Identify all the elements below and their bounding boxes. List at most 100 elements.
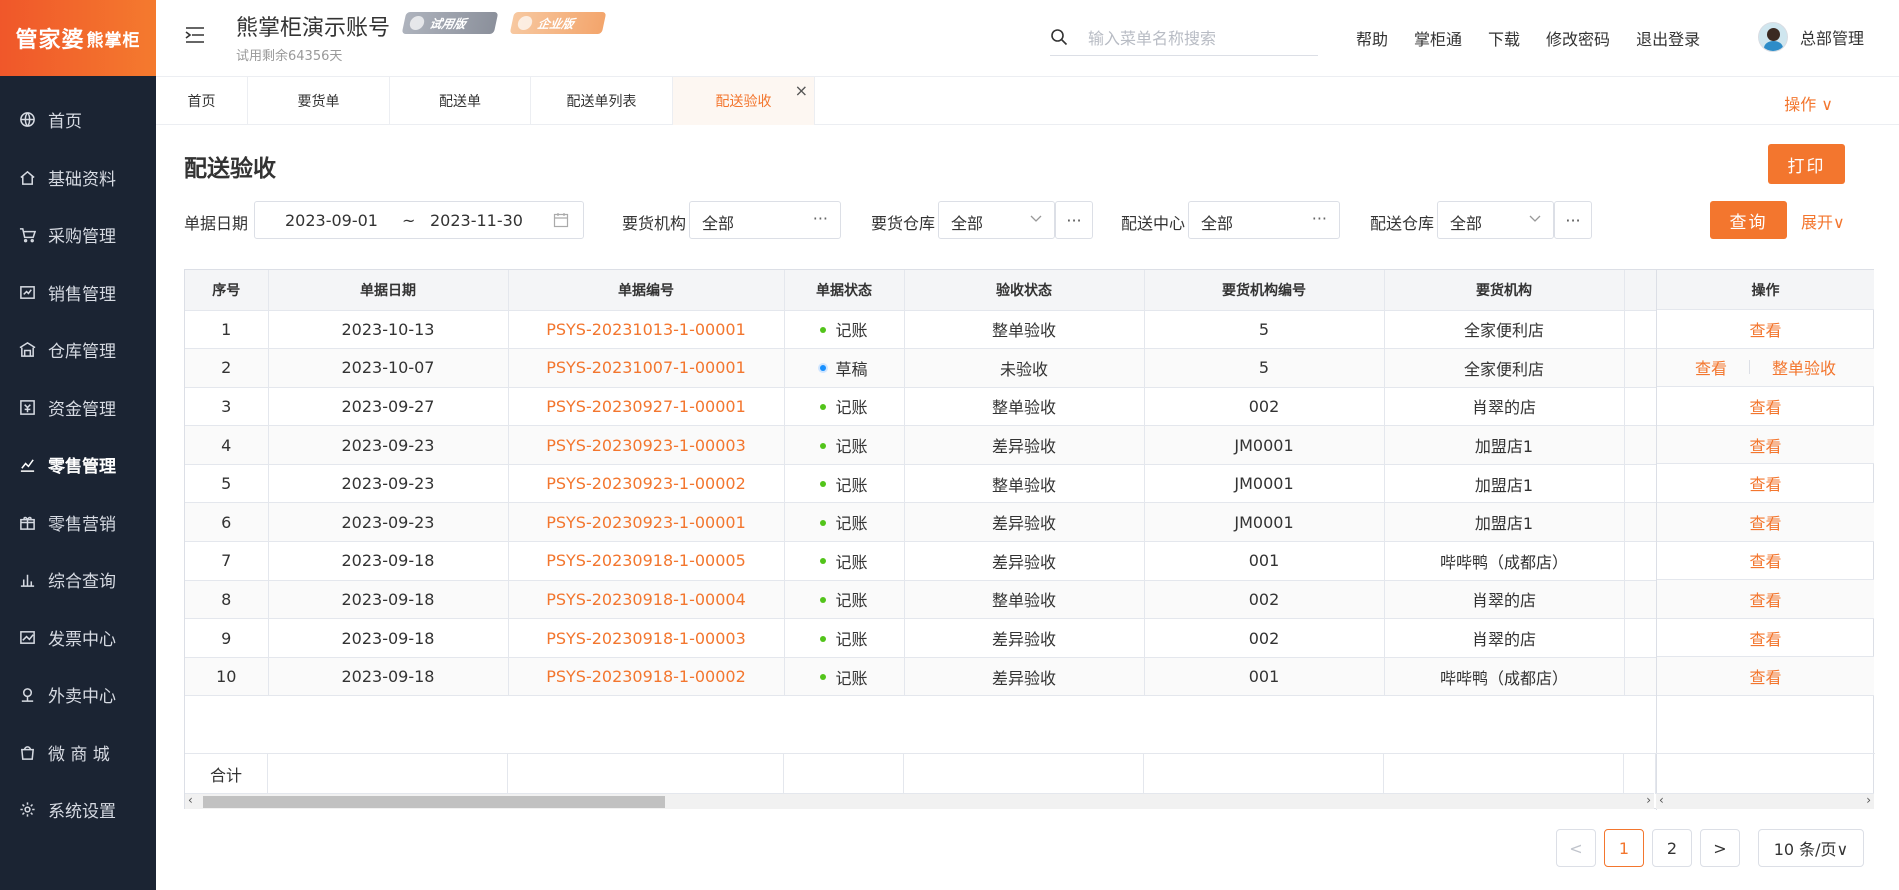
- wh-more-button[interactable]: ···: [1055, 201, 1093, 239]
- cell-org: 肖翠的店: [1384, 618, 1625, 658]
- ops-horizontal-scrollbar[interactable]: ‹ ›: [1656, 793, 1874, 809]
- cell-code-link[interactable]: PSYS-20231013-1-00001: [508, 310, 785, 350]
- table-row[interactable]: 3 2023-09-27 PSYS-20230927-1-00001 记账 整单验收 00…: [185, 387, 1657, 427]
- table-row[interactable]: 2 2023-10-07 PSYS-20231007-1-00001 草稿 未验收 5 全家…: [185, 348, 1657, 388]
- data-table: 序号 单据日期 单据编号 单据状态 验收状态 要货机构编号 要货机构 1 2023-10-13…: [185, 270, 1657, 697]
- table-row[interactable]: 4 2023-09-23 PSYS-20230923-1-00003 记账 差异验收 JM…: [185, 425, 1657, 465]
- dwh-more-button[interactable]: ···: [1554, 201, 1592, 239]
- view-link[interactable]: 查看: [1749, 433, 1781, 457]
- table-row[interactable]: 9 2023-09-18 PSYS-20230918-1-00003 记账 差异验收 00…: [185, 618, 1657, 658]
- sidebar-item-3[interactable]: 销售管理: [0, 264, 156, 322]
- cell-code-link[interactable]: PSYS-20230918-1-00004: [508, 580, 785, 620]
- cell-code-link[interactable]: PSYS-20230923-1-00003: [508, 425, 785, 465]
- date-range-picker[interactable]: 2023-09-01 ~ 2023-11-30: [254, 201, 584, 239]
- view-link[interactable]: 查看: [1749, 510, 1781, 534]
- tab-delivery[interactable]: 配送单: [390, 77, 531, 125]
- sidebar-item-label: 零售管理: [48, 457, 116, 478]
- cell-code-link[interactable]: PSYS-20230927-1-00001: [508, 387, 785, 427]
- view-link[interactable]: 查看: [1749, 317, 1781, 341]
- next-page-button[interactable]: >: [1700, 829, 1740, 867]
- close-icon[interactable]: ×: [795, 81, 808, 100]
- scrollbar-thumb[interactable]: [203, 796, 665, 808]
- view-link[interactable]: 查看: [1749, 548, 1781, 572]
- ops-cell: 查看: [1657, 580, 1874, 619]
- home-icon: [18, 168, 36, 186]
- expand-filters-link[interactable]: 展开∨: [1801, 209, 1845, 233]
- org-label: 要货机构: [622, 214, 687, 233]
- view-link[interactable]: 查看: [1749, 471, 1781, 495]
- brand-logo[interactable]: 管家婆 熊掌柜: [0, 0, 156, 76]
- print-button[interactable]: 打印: [1768, 144, 1845, 184]
- sidebar-item-4[interactable]: 仓库管理: [0, 321, 156, 379]
- query-button[interactable]: 查询: [1710, 201, 1787, 239]
- view-link[interactable]: 查看: [1749, 626, 1781, 650]
- tab-requisition[interactable]: 要货单: [248, 77, 390, 125]
- dwh-select[interactable]: 全部: [1437, 201, 1554, 239]
- tab-delivery-check[interactable]: 配送验收 ×: [673, 77, 815, 125]
- sidebar-item-0[interactable]: 首页: [0, 91, 156, 149]
- sidebar-item-11[interactable]: 微 商 城: [0, 724, 156, 782]
- sidebar-item-1[interactable]: 基础资料: [0, 149, 156, 207]
- cell-code-link[interactable]: PSYS-20230923-1-00002: [508, 464, 785, 504]
- sidebar-item-6[interactable]: 零售管理: [0, 436, 156, 494]
- table-row[interactable]: 6 2023-09-23 PSYS-20230923-1-00001 记账 差异验收 JM…: [185, 502, 1657, 543]
- cell-code-link[interactable]: PSYS-20230918-1-00005: [508, 541, 785, 581]
- avatar[interactable]: [1758, 22, 1788, 52]
- page-button-2[interactable]: 2: [1652, 829, 1692, 867]
- cell-code-link[interactable]: PSYS-20230923-1-00001: [508, 502, 785, 543]
- sidebar-item-7[interactable]: 零售营销: [0, 494, 156, 552]
- logout-link[interactable]: 退出登录: [1636, 26, 1700, 50]
- center-select[interactable]: 全部 ···: [1188, 201, 1340, 239]
- cell-code-link[interactable]: PSYS-20230918-1-00002: [508, 657, 785, 697]
- cell-code-link[interactable]: PSYS-20231007-1-00001: [508, 348, 785, 388]
- cell-status: 记账: [784, 464, 905, 504]
- download-link[interactable]: 下载: [1488, 26, 1520, 50]
- menu-search-input[interactable]: [1088, 24, 1318, 52]
- cell-status: 记账: [784, 541, 905, 581]
- full-check-link[interactable]: 整单验收: [1772, 355, 1836, 379]
- cell-org: 哔哔鸭（成都店）: [1384, 657, 1625, 697]
- badge-trial-label: 试用版: [428, 16, 468, 31]
- sidebar-item-9[interactable]: 发票中心: [0, 609, 156, 667]
- ops-cell: 查看: [1657, 542, 1874, 581]
- prev-page-button[interactable]: <: [1556, 829, 1596, 867]
- scroll-right-icon[interactable]: ›: [1646, 793, 1651, 807]
- sidebar-item-2[interactable]: 采购管理: [0, 206, 156, 264]
- sidebar-item-10[interactable]: 外卖中心: [0, 666, 156, 724]
- page-button-1[interactable]: 1: [1604, 829, 1644, 867]
- header-links: 帮助 掌柜通 下载 修改密码 退出登录: [1356, 26, 1726, 50]
- tab-home[interactable]: 首页: [156, 77, 248, 125]
- tabs-ops-dropdown[interactable]: 操作 ∨: [1784, 91, 1833, 115]
- horizontal-scrollbar[interactable]: ‹ ›: [185, 793, 1654, 809]
- view-link[interactable]: 查看: [1695, 355, 1727, 379]
- view-link[interactable]: 查看: [1749, 664, 1781, 688]
- cell-blank: [1624, 464, 1657, 504]
- sidebar-item-8[interactable]: 综合查询: [0, 551, 156, 609]
- table-row[interactable]: 8 2023-09-18 PSYS-20230918-1-00004 记账 整单验收 00…: [185, 580, 1657, 620]
- change-password-link[interactable]: 修改密码: [1546, 26, 1610, 50]
- zhangguitong-link[interactable]: 掌柜通: [1414, 26, 1462, 50]
- user-menu[interactable]: 总部管理: [1758, 22, 1864, 52]
- wh-select[interactable]: 全部: [938, 201, 1055, 239]
- table-row[interactable]: 10 2023-09-18 PSYS-20230918-1-00002 记账 差异验收 0…: [185, 657, 1657, 697]
- cart-icon: [18, 226, 36, 244]
- table-row[interactable]: 1 2023-10-13 PSYS-20231013-1-00001 记账 整单验收 5 全…: [185, 310, 1657, 350]
- sidebar-item-5[interactable]: 资金管理: [0, 379, 156, 437]
- tab-label: 首页: [187, 94, 216, 110]
- cell-code-link[interactable]: PSYS-20230918-1-00003: [508, 618, 785, 658]
- help-link[interactable]: 帮助: [1356, 26, 1388, 50]
- sidebar-item-12[interactable]: 系统设置: [0, 781, 156, 839]
- page-size-select[interactable]: 10 条/页∨: [1758, 829, 1864, 867]
- center-label: 配送中心: [1121, 214, 1186, 233]
- scroll-left-icon[interactable]: ‹: [188, 793, 193, 807]
- view-link[interactable]: 查看: [1749, 394, 1781, 418]
- table-row[interactable]: 5 2023-09-23 PSYS-20230923-1-00002 记账 整单验收 JM…: [185, 464, 1657, 504]
- scroll-right-icon[interactable]: ›: [1866, 793, 1871, 807]
- view-link[interactable]: 查看: [1749, 587, 1781, 611]
- tab-delivery-list[interactable]: 配送单列表: [531, 77, 673, 125]
- table-row[interactable]: 7 2023-09-18 PSYS-20230918-1-00005 记账 差异验收 00…: [185, 541, 1657, 581]
- cell-no: 2: [185, 348, 269, 388]
- scroll-left-icon[interactable]: ‹: [1659, 793, 1664, 807]
- org-select[interactable]: 全部 ···: [689, 201, 841, 239]
- menu-toggle-icon[interactable]: [184, 24, 206, 46]
